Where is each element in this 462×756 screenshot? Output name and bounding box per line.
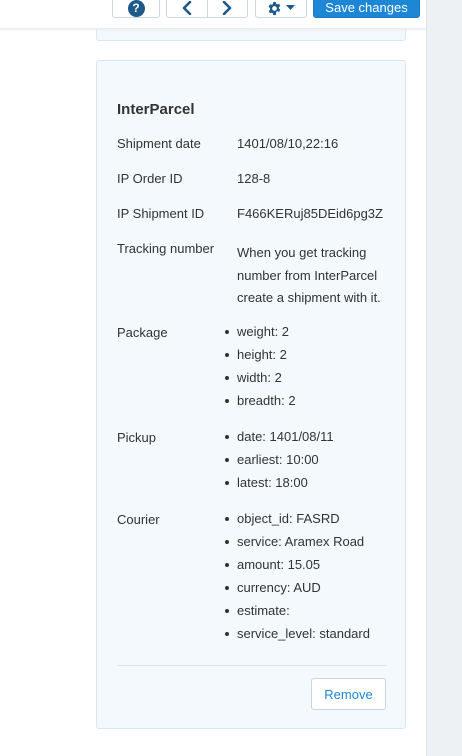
- pickup-label: Pickup: [117, 430, 157, 445]
- list-item: service_level: standard: [225, 625, 370, 648]
- card-title: InterParcel: [117, 101, 195, 118]
- list-item: estimate:: [225, 602, 370, 625]
- shipment-date-label: Shipment date: [117, 136, 201, 151]
- list-item: breadth: 2: [225, 392, 296, 415]
- list-item: earliest: 10:00: [225, 451, 334, 474]
- tracking-number-label: Tracking number: [117, 241, 215, 256]
- toolbar-shadow: [0, 28, 426, 32]
- interparcel-card: InterParcel Shipment date 1401/08/10,22:…: [96, 60, 406, 729]
- shipment-date-value: 1401/08/10,22:16: [237, 136, 339, 151]
- ip-order-id-value: 128-8: [237, 171, 271, 186]
- list-item: currency: AUD: [225, 579, 370, 602]
- divider: [117, 665, 387, 666]
- save-changes-button[interactable]: Save changes: [313, 0, 420, 18]
- list-item: service: Aramex Road: [225, 533, 370, 556]
- caret-down-icon: [286, 5, 295, 10]
- list-item: object_id: FASRD: [225, 510, 370, 533]
- gear-icon: [268, 1, 281, 15]
- list-item: weight: 2: [225, 323, 296, 346]
- pickup-list: date: 1401/08/11 earliest: 10:00 latest:…: [225, 428, 334, 497]
- remove-button[interactable]: Remove: [311, 678, 386, 710]
- ip-shipment-id-label: IP Shipment ID: [117, 206, 205, 221]
- courier-label: Courier: [117, 512, 160, 527]
- help-button[interactable]: ?: [112, 0, 160, 18]
- previous-button[interactable]: [167, 0, 207, 17]
- list-item: width: 2: [225, 369, 296, 392]
- toolbar: ? Save changes: [0, 0, 426, 28]
- list-item: height: 2: [225, 346, 296, 369]
- ip-order-id-label: IP Order ID: [117, 171, 183, 186]
- list-item: date: 1401/08/11: [225, 428, 334, 451]
- list-item: amount: 15.05: [225, 556, 370, 579]
- tracking-number-value: When you get tracking number from InterP…: [237, 245, 381, 305]
- question-circle-icon: ?: [127, 0, 145, 17]
- right-sidebar-rail: [426, 0, 462, 756]
- package-list: weight: 2 height: 2 width: 2 breadth: 2: [225, 323, 296, 415]
- package-label: Package: [117, 325, 168, 340]
- ip-shipment-id-value: F466KERuj85DEid6pg3Z: [237, 206, 383, 221]
- chevron-right-icon: [223, 1, 232, 15]
- list-item: latest: 18:00: [225, 474, 334, 497]
- courier-list: object_id: FASRD service: Aramex Road am…: [225, 510, 370, 648]
- chevron-left-icon: [182, 1, 192, 15]
- next-button[interactable]: [206, 0, 247, 17]
- pager-button-group: [166, 0, 248, 18]
- settings-dropdown-button[interactable]: [255, 0, 307, 18]
